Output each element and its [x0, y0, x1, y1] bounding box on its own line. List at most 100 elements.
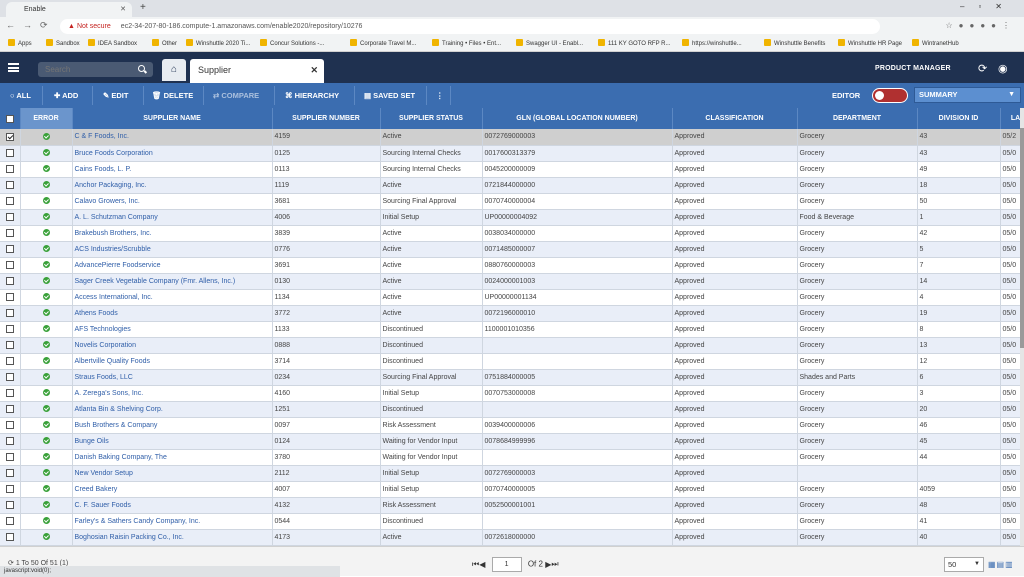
column-header-supplier-name[interactable]: SUPPLIER NAME: [72, 108, 273, 129]
bookmark-item[interactable]: 111 KY GOTO RFP R...: [598, 39, 670, 47]
row-checkbox[interactable]: [5, 357, 14, 365]
table-row[interactable]: A. Zerega's Sons, Inc. 4160 Initial Setup 0…: [0, 385, 1020, 402]
row-checkbox[interactable]: [5, 325, 14, 333]
table-row[interactable]: A. L. Schutzman Company 4006 Initial Setup…: [0, 209, 1020, 226]
more-options-icon[interactable]: ⋮: [436, 83, 444, 108]
cell-name[interactable]: Atlanta Bin & Shelving Corp.: [72, 401, 273, 418]
row-checkbox[interactable]: [5, 485, 14, 493]
table-row[interactable]: AFS Technologies 1133 Discontinued 11000010…: [0, 321, 1020, 338]
bookmark-item[interactable]: Sandbox: [46, 39, 80, 47]
table-row[interactable]: Albertville Quality Foods 3714 Discontinue…: [0, 353, 1020, 370]
row-checkbox[interactable]: [5, 309, 14, 317]
table-row[interactable]: Farley's & Sathers Candy Company, Inc. 05…: [0, 513, 1020, 530]
table-row[interactable]: Athens Foods 3772 Active 0072196000010 Appro…: [0, 305, 1020, 322]
row-checkbox[interactable]: [5, 261, 14, 269]
row-select-cell[interactable]: [0, 305, 21, 322]
column-header-last[interactable]: LAST: [1000, 108, 1020, 129]
all-button[interactable]: ○ ALL: [10, 83, 31, 108]
row-checkbox[interactable]: [5, 245, 14, 253]
table-row[interactable]: ACS Industries/Scrubble 0776 Active 0071485…: [0, 241, 1020, 258]
bookmark-item[interactable]: https://winshuttle...: [682, 39, 742, 47]
bookmark-item[interactable]: IDEA Sandbox: [88, 39, 137, 47]
row-select-cell[interactable]: [0, 193, 21, 210]
cell-name[interactable]: Sager Creek Vegetable Company (Fmr. Alle…: [72, 273, 273, 290]
row-checkbox[interactable]: [5, 149, 14, 157]
row-checkbox[interactable]: [5, 373, 14, 381]
cell-name[interactable]: A. Zerega's Sons, Inc.: [72, 385, 273, 402]
row-checkbox[interactable]: [5, 405, 14, 413]
cell-name[interactable]: Cains Foods, L. P.: [72, 161, 273, 178]
editor-toggle[interactable]: [872, 88, 908, 103]
close-tab-icon[interactable]: ✕: [310, 59, 318, 81]
cell-name[interactable]: Bruce Foods Corporation: [72, 145, 273, 162]
column-header-gln[interactable]: GLN (GLOBAL LOCATION NUMBER): [482, 108, 673, 129]
url-field[interactable]: ▲ Not secure ec2-34-207-80-186.compute-1.a…: [60, 19, 880, 34]
row-checkbox[interactable]: [5, 517, 14, 525]
refresh-icon[interactable]: ⟳: [978, 62, 987, 75]
browser-tab[interactable]: Enable ✕: [6, 2, 132, 17]
select-all-header[interactable]: [0, 108, 21, 129]
table-row[interactable]: Brakebush Brothers, Inc. 3839 Active 003803…: [0, 225, 1020, 242]
row-checkbox[interactable]: [5, 165, 14, 173]
row-checkbox[interactable]: [5, 389, 14, 397]
bookmark-item[interactable]: Apps: [8, 39, 32, 47]
cell-name[interactable]: New Vendor Setup: [72, 465, 273, 482]
edit-button[interactable]: ✎ EDIT: [103, 83, 128, 108]
bookmark-item[interactable]: Corporate Travel M...: [350, 39, 416, 47]
cell-name[interactable]: Straus Foods, LLC: [72, 369, 273, 386]
row-checkbox[interactable]: [5, 421, 14, 429]
hamburger-menu-icon[interactable]: [8, 63, 19, 72]
row-select-cell[interactable]: [0, 353, 21, 370]
cell-name[interactable]: Calavo Growers, Inc.: [72, 193, 273, 210]
row-select-cell[interactable]: [0, 289, 21, 306]
cell-name[interactable]: C & F Foods, Inc.: [72, 129, 273, 146]
search-icon[interactable]: [138, 65, 145, 72]
bookmark-item[interactable]: Winshuttle 2020 Ti...: [186, 39, 250, 47]
row-select-cell[interactable]: [0, 177, 21, 194]
row-select-cell[interactable]: [0, 433, 21, 450]
row-select-cell[interactable]: [0, 129, 21, 146]
cell-name[interactable]: Creed Bakery: [72, 481, 273, 498]
prev-page-icon[interactable]: ◀: [479, 560, 485, 569]
row-select-cell[interactable]: [0, 145, 21, 162]
select-all-checkbox[interactable]: [5, 114, 14, 123]
row-select-cell[interactable]: [0, 273, 21, 290]
compare-button[interactable]: ⇄ COMPARE: [213, 83, 259, 108]
row-select-cell[interactable]: [0, 529, 21, 546]
cell-name[interactable]: Albertville Quality Foods: [72, 353, 273, 370]
table-row[interactable]: Boghosian Raisin Packing Co., Inc. 4173 Ac…: [0, 529, 1020, 546]
row-select-cell[interactable]: [0, 385, 21, 402]
page-size-select[interactable]: 50 ▼: [944, 557, 984, 572]
browser-nav-icons[interactable]: ←→⟳: [6, 20, 56, 31]
row-checkbox[interactable]: [5, 213, 14, 221]
table-row[interactable]: Bush Brothers & Company 0097 Risk Assessme…: [0, 417, 1020, 434]
table-row[interactable]: Sager Creek Vegetable Company (Fmr. Alle…: [0, 273, 1020, 290]
table-row[interactable]: Danish Baking Company, The 3780 Waiting fo…: [0, 449, 1020, 466]
cell-name[interactable]: C. F. Sauer Foods: [72, 497, 273, 514]
column-header-supplier-number[interactable]: SUPPLIER NUMBER: [272, 108, 381, 129]
table-row[interactable]: Bruce Foods Corporation 0125 Sourcing Inte…: [0, 145, 1020, 162]
column-header-error[interactable]: ERROR: [20, 108, 73, 129]
cell-name[interactable]: Bush Brothers & Company: [72, 417, 273, 434]
bookmark-item[interactable]: Other: [152, 39, 177, 47]
row-checkbox[interactable]: [5, 533, 14, 541]
row-select-cell[interactable]: [0, 465, 21, 482]
delete-button[interactable]: 🗑 DELETE: [152, 83, 193, 108]
column-header-division-id[interactable]: DIVISION ID: [917, 108, 1001, 129]
table-row[interactable]: Cains Foods, L. P. 0113 Sourcing Internal …: [0, 161, 1020, 178]
row-checkbox[interactable]: [5, 132, 14, 141]
table-row[interactable]: Calavo Growers, Inc. 3681 Sourcing Final A…: [0, 193, 1020, 210]
row-checkbox[interactable]: [5, 469, 14, 477]
row-select-cell[interactable]: [0, 481, 21, 498]
row-select-cell[interactable]: [0, 369, 21, 386]
table-row[interactable]: AdvancePierre Foodservice 3691 Active 08807…: [0, 257, 1020, 274]
row-select-cell[interactable]: [0, 225, 21, 242]
cell-name[interactable]: ACS Industries/Scrubble: [72, 241, 273, 258]
extension-icons[interactable]: ☆●●●●⋮: [946, 21, 1017, 30]
view-select[interactable]: SUMMARY ▼: [914, 87, 1021, 103]
saved-set-button[interactable]: ▤ SAVED SET: [364, 83, 415, 108]
row-select-cell[interactable]: [0, 513, 21, 530]
column-header-supplier-status[interactable]: SUPPLIER STATUS: [380, 108, 483, 129]
home-tab[interactable]: ⌂: [162, 59, 186, 81]
cell-name[interactable]: A. L. Schutzman Company: [72, 209, 273, 226]
